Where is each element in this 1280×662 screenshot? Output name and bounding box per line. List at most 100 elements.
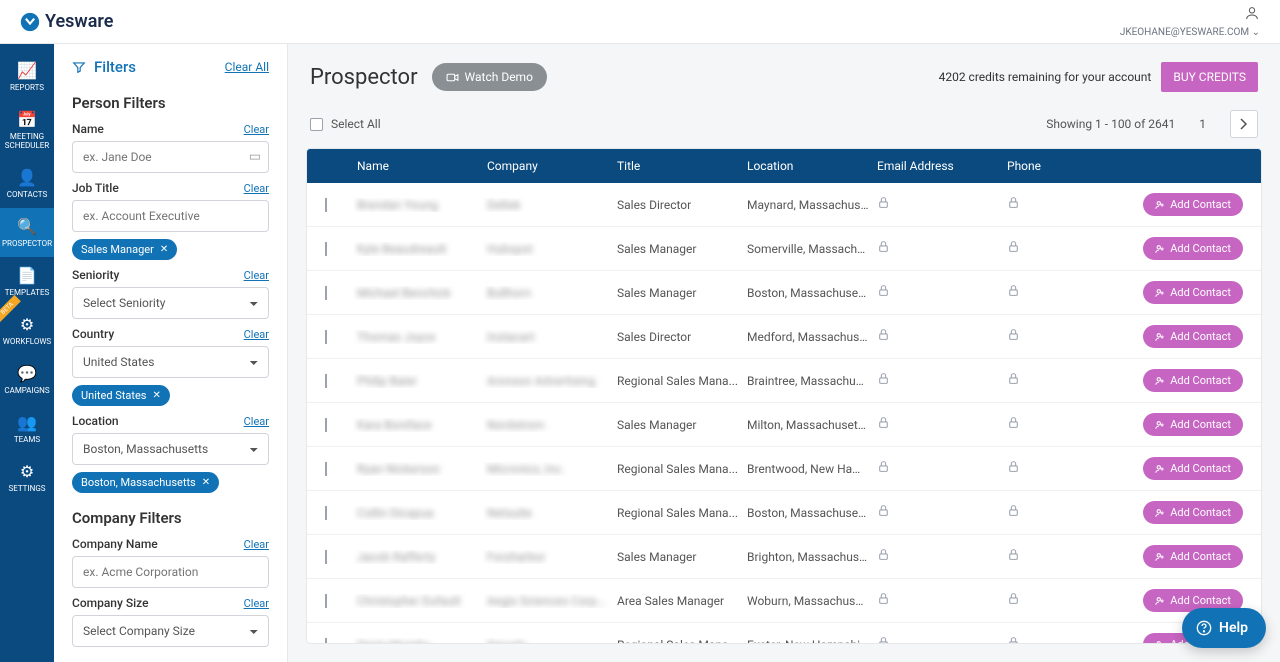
cell-email (873, 504, 1003, 521)
cell-company: Netsuite (483, 506, 613, 520)
clear-location[interactable]: Clear (244, 415, 269, 428)
chip-country[interactable]: United States✕ (72, 385, 170, 406)
cell-name: Kyle Beaudreault (353, 242, 483, 256)
cell-email (873, 636, 1003, 644)
table-row: Kara BonifaceNordstromSales ManagerMilto… (307, 403, 1261, 447)
table-row: Collin DicapuaNetsuiteRegional Sales Man… (307, 491, 1261, 535)
sidenav-item-campaigns[interactable]: 💬CAMPAIGNS (0, 355, 54, 404)
lock-icon (877, 506, 890, 521)
sidenav-item-templates[interactable]: 📄TEMPLATES (0, 257, 54, 306)
add-contact-button[interactable]: Add Contact (1143, 457, 1243, 480)
sidenav-item-prospector[interactable]: 🔍PROSPECTOR (0, 208, 54, 257)
credits-text: 4202 credits remaining for your account (939, 70, 1152, 84)
companysize-select[interactable]: Select Company Size (72, 615, 269, 647)
location-label: Location (72, 414, 119, 428)
seniority-label: Seniority (72, 268, 119, 282)
row-checkbox[interactable] (325, 550, 327, 564)
sidenav-item-teams[interactable]: 👥TEAMS (0, 404, 54, 453)
jobtitle-label: Job Title (72, 181, 119, 195)
name-input[interactable] (72, 141, 269, 173)
cell-phone (1003, 592, 1133, 609)
add-contact-button[interactable]: Add Contact (1143, 545, 1243, 568)
cell-phone (1003, 548, 1133, 565)
row-checkbox[interactable] (325, 506, 327, 520)
lock-icon (1007, 462, 1020, 477)
lock-icon (877, 374, 890, 389)
sidenav-item-workflows[interactable]: ⚙WORKFLOWS (0, 306, 54, 355)
clear-all-link[interactable]: Clear All (225, 60, 269, 74)
clear-name[interactable]: Clear (244, 123, 269, 136)
cell-title: Regional Sales Mana... (613, 506, 743, 520)
select-all[interactable]: Select All (310, 117, 381, 131)
cell-email (873, 372, 1003, 389)
add-contact-button[interactable]: Add Contact (1143, 325, 1243, 348)
row-checkbox[interactable] (325, 594, 327, 608)
help-button[interactable]: Help (1182, 608, 1266, 648)
clear-companysize[interactable]: Clear (244, 597, 269, 610)
row-checkbox[interactable] (325, 286, 327, 300)
th-email: Email Address (873, 159, 1003, 173)
account-menu[interactable]: JKEOHANE@YESWARE.COM ⌄ (1120, 5, 1260, 38)
row-checkbox[interactable] (325, 242, 327, 256)
cell-location: Somerville, Massachu... (743, 242, 873, 256)
location-select[interactable]: Boston, Massachusetts (72, 433, 269, 465)
companyname-input[interactable] (72, 556, 269, 588)
lock-icon (877, 286, 890, 301)
cell-email (873, 416, 1003, 433)
row-checkbox[interactable] (325, 462, 327, 476)
add-contact-button[interactable]: Add Contact (1143, 193, 1243, 216)
cell-title: Regional Sales Mana... (613, 462, 743, 476)
close-icon[interactable]: ✕ (160, 244, 168, 255)
contact-card-icon: ▭ (249, 150, 261, 165)
table-row: Devin MurphySecurlyRegional Sales Mana..… (307, 623, 1261, 644)
row-checkbox[interactable] (325, 374, 327, 388)
add-contact-button[interactable]: Add Contact (1143, 281, 1243, 304)
buy-credits-button[interactable]: BUY CREDITS (1161, 62, 1258, 92)
row-checkbox[interactable] (325, 198, 327, 212)
chip-jobtitle[interactable]: Sales Manager✕ (72, 239, 177, 260)
jobtitle-input[interactable] (72, 200, 269, 232)
clear-country[interactable]: Clear (244, 328, 269, 341)
clear-jobtitle[interactable]: Clear (244, 182, 269, 195)
logo[interactable]: Yesware (20, 11, 113, 32)
th-phone: Phone (1003, 159, 1133, 173)
cell-email (873, 328, 1003, 345)
cell-phone (1003, 284, 1133, 301)
settings-icon: ⚙ (2, 462, 52, 481)
results-table: Name Company Title Location Email Addres… (306, 148, 1262, 644)
cell-phone (1003, 416, 1133, 433)
country-select[interactable]: United States (72, 346, 269, 378)
next-page-button[interactable] (1230, 110, 1258, 138)
templates-icon: 📄 (2, 266, 52, 285)
prospector-icon: 🔍 (2, 217, 52, 236)
sidenav-item-meeting-scheduler[interactable]: 📅MEETING SCHEDULER (0, 101, 54, 159)
watch-demo-button[interactable]: Watch Demo (432, 63, 547, 91)
add-contact-button[interactable]: Add Contact (1143, 501, 1243, 524)
cell-location: Medford, Massachuse... (743, 330, 873, 344)
row-checkbox[interactable] (325, 638, 327, 645)
cell-name: Devin Murphy (353, 638, 483, 645)
add-contact-button[interactable]: Add Contact (1143, 413, 1243, 436)
clear-seniority[interactable]: Clear (244, 269, 269, 282)
chip-location[interactable]: Boston, Massachusetts✕ (72, 472, 219, 493)
cell-title: Area Sales Manager (613, 594, 743, 608)
workflows-icon: ⚙ (2, 315, 52, 334)
row-checkbox[interactable] (325, 418, 327, 432)
clear-companyname[interactable]: Clear (244, 538, 269, 551)
cell-company: Securly (483, 638, 613, 645)
add-contact-button[interactable]: Add Contact (1143, 369, 1243, 392)
teams-icon: 👥 (2, 413, 52, 432)
seniority-select[interactable]: Select Seniority (72, 287, 269, 319)
cell-name: Michael Benchick (353, 286, 483, 300)
close-icon[interactable]: ✕ (152, 390, 160, 401)
cell-name: Philip Baier (353, 374, 483, 388)
table-row: Kyle BeaudreaultHubspotSales ManagerSome… (307, 227, 1261, 271)
sidenav-item-reports[interactable]: 📈REPORTS (0, 52, 54, 101)
filters-panel: Filters Clear All Person Filters NameCle… (54, 44, 288, 662)
close-icon[interactable]: ✕ (202, 477, 210, 488)
sidenav-item-contacts[interactable]: 👤CONTACTS (0, 159, 54, 208)
sidenav-item-settings[interactable]: ⚙SETTINGS (0, 453, 54, 502)
add-contact-button[interactable]: Add Contact (1143, 237, 1243, 260)
select-all-checkbox[interactable] (310, 118, 323, 131)
row-checkbox[interactable] (325, 330, 327, 344)
